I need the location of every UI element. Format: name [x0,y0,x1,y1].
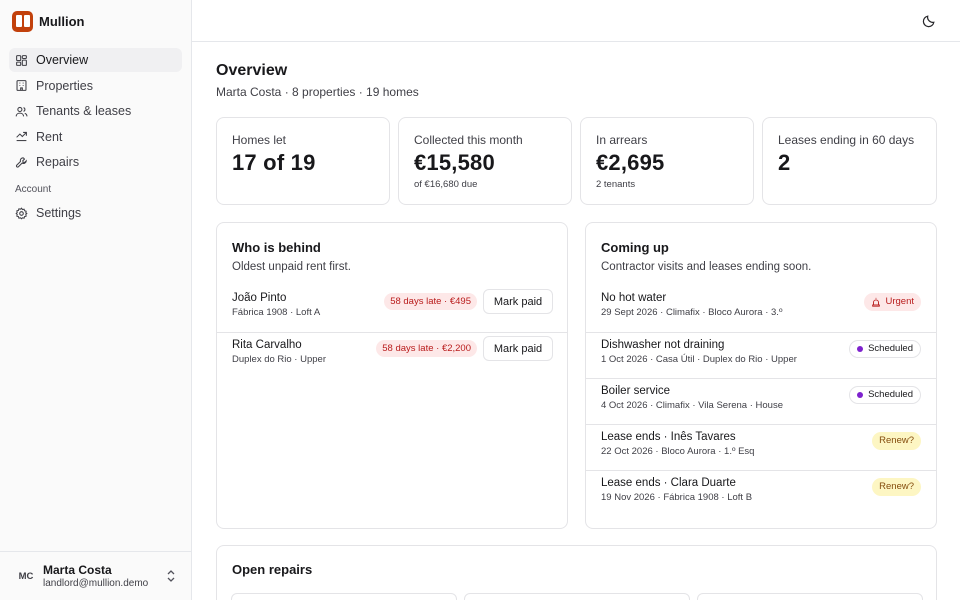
upcoming-row[interactable]: Dishwasher not draining 1 Oct 2026 · Cas… [586,332,936,378]
badge-label: Scheduled [868,389,913,400]
sidebar-section-account: Account [15,184,52,196]
event-meta: 22 Oct 2026 · Bloco Aurora · 1.º Esq [601,446,755,457]
card-title: Coming up [601,240,669,255]
sidebar-item-tenants-leases[interactable]: Tenants & leases [9,99,182,123]
event-title: Lease ends · Inês Tavares [601,431,736,443]
renew-badge: Renew? [872,432,921,450]
page-subtitle: Marta Costa · 8 properties · 19 homes [216,85,419,99]
stat-note: 2 tenants [596,179,636,190]
stat-card-homes-let: Homes let 17 of 19 [216,117,390,205]
stat-label: Collected this month [414,133,523,147]
avatar: MC [18,570,34,582]
renew-badge: Renew? [872,478,921,496]
mark-paid-button[interactable]: Mark paid [483,336,553,361]
badge-label: Scheduled [868,343,913,354]
days-late-badge: 58 days late · €495 [384,293,477,310]
sidebar-item-properties[interactable]: Properties [9,74,182,98]
card-title: Who is behind [232,240,321,255]
days-late-badge: 58 days late · €2,200 [376,340,477,357]
brand[interactable]: Mullion [0,0,191,42]
badge-label: Renew? [879,435,914,446]
sidebar: Mullion Overview Properties Tenants & le… [0,0,192,600]
stat-note: of €16,680 due [414,179,478,190]
stat-value: €15,580 [414,150,495,175]
upcoming-row[interactable]: Lease ends · Inês Tavares 22 Oct 2026 · … [586,424,936,470]
event-meta: 4 Oct 2026 · Climafix · Vila Serena · Ho… [601,400,783,411]
stat-card-arrears: In arrears €2,695 2 tenants [580,117,754,205]
card-title: Open repairs [232,562,313,577]
scheduled-badge: Scheduled [849,386,921,404]
brand-name: Mullion [39,13,85,29]
sidebar-item-label: Overview [36,53,89,67]
sidebar-nav: Overview Properties Tenants & leases Ren… [0,42,191,225]
urgent-badge: Urgent [864,293,921,311]
open-repairs-card: Open repairs [216,545,937,600]
coming-up-card: Coming up Contractor visits and leases e… [585,222,937,529]
building-icon [16,80,27,91]
stat-label: Leases ending in 60 days [778,133,915,147]
event-meta: 19 Nov 2026 · Fábrica 1908 · Loft B [601,492,753,503]
status-dot-icon [857,346,864,352]
tenant-name: Rita Carvalho [232,339,302,351]
stat-value: €2,695 [596,150,665,175]
sidebar-item-label: Tenants & leases [36,104,132,119]
tenant-place: Fábrica 1908 · Loft A [232,307,321,318]
user-name: Marta Costa [43,563,112,577]
moon-icon[interactable] [922,14,936,28]
stat-value: 17 of 19 [232,150,316,175]
upcoming-row[interactable]: Boiler service 4 Oct 2026 · Climafix · V… [586,378,936,424]
mullion-logo-icon [12,10,33,32]
sidebar-item-label: Rent [36,129,63,144]
tenant-name: João Pinto [232,292,287,304]
siren-icon [872,297,881,307]
stat-value: 2 [778,150,791,175]
sidebar-item-label: Properties [36,78,93,93]
mark-paid-button[interactable]: Mark paid [483,289,553,314]
repair-card[interactable] [697,593,923,600]
card-subtitle: Oldest unpaid rent first. [232,261,351,273]
user-info: Marta Costa landlord@mullion.demo [43,563,148,589]
stat-card-collected: Collected this month €15,580 of €16,680 … [398,117,572,205]
status-dot-icon [857,392,864,398]
page-title: Overview [216,62,288,79]
event-title: Lease ends · Clara Duarte [601,477,736,489]
card-subtitle: Contractor visits and leases ending soon… [601,261,812,273]
repair-card[interactable] [231,593,457,600]
arrears-row: João Pinto Fábrica 1908 · Loft A 58 days… [217,286,567,332]
sidebar-item-label: Repairs [36,155,80,170]
topbar [192,0,960,42]
stat-card-leases-ending: Leases ending in 60 days 2 [762,117,937,205]
badge-label: Urgent [885,296,914,307]
stat-label: Homes let [232,133,287,147]
upcoming-row[interactable]: No hot water 29 Sept 2026 · Climafix · B… [586,286,936,332]
upcoming-list: No hot water 29 Sept 2026 · Climafix · B… [586,286,936,516]
wrench-icon [15,157,27,168]
upcoming-row[interactable]: Lease ends · Clara Duarte 19 Nov 2026 · … [586,470,936,516]
gear-icon [15,207,28,220]
sidebar-item-label: Settings [36,206,82,221]
layout-dashboard-icon [16,54,27,66]
sidebar-item-overview[interactable]: Overview [9,48,182,72]
chevrons-up-down-icon [167,570,175,582]
receipt-icon [16,132,27,142]
stat-label: In arrears [596,133,648,147]
users-icon [15,106,28,117]
sidebar-item-settings[interactable]: Settings [9,201,182,225]
event-meta: 1 Oct 2026 · Casa Útil · Duplex do Rio ·… [601,354,797,365]
user-email: landlord@mullion.demo [43,578,149,589]
event-title: No hot water [601,292,667,304]
arrears-row: Rita Carvalho Duplex do Rio · Upper 58 d… [217,332,567,378]
event-meta: 29 Sept 2026 · Climafix · Bloco Aurora ·… [601,307,783,318]
badge-label: Renew? [879,481,914,492]
scheduled-badge: Scheduled [849,340,921,358]
event-title: Dishwasher not draining [601,339,725,351]
sidebar-item-repairs[interactable]: Repairs [9,150,182,174]
arrears-list: João Pinto Fábrica 1908 · Loft A 58 days… [217,286,567,378]
repair-card[interactable] [464,593,690,600]
sidebar-item-rent[interactable]: Rent [9,125,182,149]
event-title: Boiler service [601,385,671,397]
tenant-place: Duplex do Rio · Upper [232,354,326,365]
who-is-behind-card: Who is behind Oldest unpaid rent first. … [216,222,568,529]
user-menu[interactable]: MC Marta Costa landlord@mullion.demo [0,551,191,600]
